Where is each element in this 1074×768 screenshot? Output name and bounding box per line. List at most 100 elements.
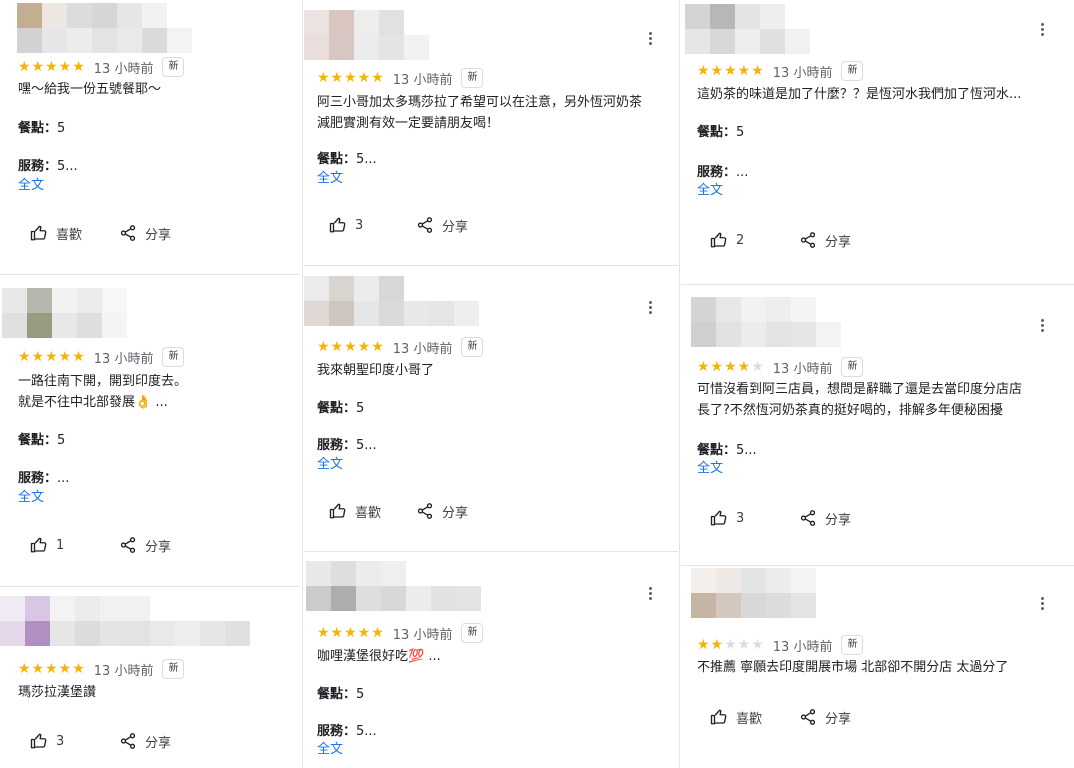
service-rating: 服務：5... [317,438,377,453]
share-icon [800,510,816,526]
share-icon [120,225,136,241]
more-options-icon[interactable] [1034,19,1050,39]
share-button[interactable]: 分享 [416,499,468,523]
food-rating: 餐點：5 [697,125,745,140]
share-icon [800,709,816,725]
share-button[interactable]: 分享 [799,228,851,252]
review-card: ★★★★★ 13 小時前 新 可惜沒看到阿三店員，想問是辭職了還是去當印度分店店… [681,285,1074,565]
share-icon [800,232,816,248]
review-card: ★★★★★ 13 小時前 新 咖哩漢堡很好吃💯 ... 餐點：5 服務：5...… [304,552,678,768]
review-card: ★★★★★ 13 小時前 新 阿三小哥加太多瑪莎拉了希望可以在注意，另外恆河奶茶… [304,0,678,265]
new-badge: 新 [162,57,185,77]
food-rating: 餐點：5... [317,152,377,167]
review-meta: ★★★★★ 13 小時前 新 [697,356,864,378]
review-text: 就是不往中北部發展👌 ... [18,395,168,410]
more-options-icon[interactable] [642,28,658,48]
like-button[interactable]: 3 [710,506,744,530]
full-text-link[interactable]: 全文 [317,456,343,474]
review-text: 這奶茶的味道是加了什麼？？是恆河水我們加了恆河水... [697,87,1022,102]
avatar [304,10,429,60]
more-options-icon[interactable] [1034,315,1050,335]
review-text: 瑪莎拉漢堡讚 [18,685,97,700]
share-icon [120,537,136,553]
share-icon [417,217,433,233]
full-text-link[interactable]: 全文 [697,460,723,478]
share-button[interactable]: 分享 [119,729,171,753]
like-button[interactable]: 喜歡 [329,499,381,523]
more-options-icon[interactable] [1034,593,1050,613]
star-rating: ★★★★★ [697,359,765,375]
like-button[interactable]: 1 [30,533,64,557]
new-badge: 新 [461,337,484,357]
review-text: 我來朝聖印度小哥了 [317,363,435,378]
review-time: 13 小時前 [93,663,154,679]
like-button[interactable]: 3 [329,213,363,237]
food-rating: 餐點：5 [317,401,365,416]
share-label: 分享 [825,711,852,727]
thumbs-up-icon [710,709,727,725]
review-meta: ★★★★★ 13 小時前 新 [697,60,864,82]
full-text-link[interactable]: 全文 [317,170,343,188]
service-rating: 服務：... [18,471,70,486]
like-label: 喜歡 [736,711,763,727]
avatar [2,288,127,338]
review-text: 減肥實測有效一定要請朋友喝！ [317,116,500,131]
review-card: ★★★★★ 13 小時前 新 不推薦 寧願去印度開展市場 北部卻不開分店 太過分… [681,566,1074,768]
full-text-link[interactable]: 全文 [18,177,44,195]
like-button[interactable]: 3 [30,729,64,753]
share-button[interactable]: 分享 [799,705,851,729]
review-meta: ★★★★★ 13 小時前 新 [18,56,185,78]
share-label: 分享 [145,735,172,751]
review-meta: ★★★★★ 13 小時前 新 [317,67,484,89]
share-label: 分享 [825,234,852,250]
food-rating: 餐點：5 [18,433,66,448]
review-time: 13 小時前 [772,639,833,655]
share-button[interactable]: 分享 [799,506,851,530]
review-meta: ★★★★★ 13 小時前 新 [18,658,185,680]
new-badge: 新 [461,623,484,643]
share-label: 分享 [145,539,172,555]
like-button[interactable]: 2 [710,228,744,252]
share-button[interactable]: 分享 [416,213,468,237]
column-divider [302,0,303,768]
thumbs-up-icon [30,537,47,553]
review-card: ★★★★★ 13 小時前 新 這奶茶的味道是加了什麼？？是恆河水我們加了恆河水.… [681,0,1074,284]
share-icon [120,733,136,749]
review-card: ★★★★★ 13 小時前 新 我來朝聖印度小哥了 餐點：5 服務：5... 全文… [304,266,678,551]
review-text: 可惜沒看到阿三店員，想問是辭職了還是去當印度分店店 [697,382,1023,397]
like-label: 喜歡 [355,505,382,521]
thumbs-up-icon [30,733,47,749]
review-text: 長了?不然恆河奶茶真的挺好喝的，排解多年便秘困擾 [697,403,1003,418]
more-options-icon[interactable] [642,297,658,317]
full-text-link[interactable]: 全文 [18,489,44,507]
avatar [306,561,481,611]
share-label: 分享 [825,512,852,528]
new-badge: 新 [841,61,864,81]
avatar [0,596,250,646]
service-rating: 服務：5... [317,724,377,739]
like-count: 3 [736,510,745,526]
review-text: 不推薦 寧願去印度開展市場 北部卻不開分店 太過分了 [697,660,1009,675]
like-button[interactable]: 喜歡 [30,221,82,245]
share-button[interactable]: 分享 [119,221,171,245]
new-badge: 新 [162,659,185,679]
more-options-icon[interactable] [642,583,658,603]
review-text: 咖哩漢堡很好吃💯 ... [317,649,441,664]
full-text-link[interactable]: 全文 [317,741,343,759]
star-rating: ★★★★★ [317,70,385,86]
review-card: ★★★★★ 13 小時前 新 一路往南下開，開到印度去。 就是不往中北部發展👌 … [0,275,300,586]
review-meta: ★★★★★ 13 小時前 新 [18,346,185,368]
star-rating: ★★★★★ [18,59,86,75]
star-rating: ★★★★★ [317,339,385,355]
like-button[interactable]: 喜歡 [710,705,762,729]
full-text-link[interactable]: 全文 [697,182,723,200]
new-badge: 新 [841,357,864,377]
review-time: 13 小時前 [772,361,833,377]
share-button[interactable]: 分享 [119,533,171,557]
review-text: 嘿～給我一份五號餐耶～ [18,82,162,97]
like-count: 2 [736,232,745,248]
thumbs-up-icon [710,510,727,526]
thumbs-up-icon [710,232,727,248]
avatar [691,568,816,618]
review-time: 13 小時前 [93,351,154,367]
